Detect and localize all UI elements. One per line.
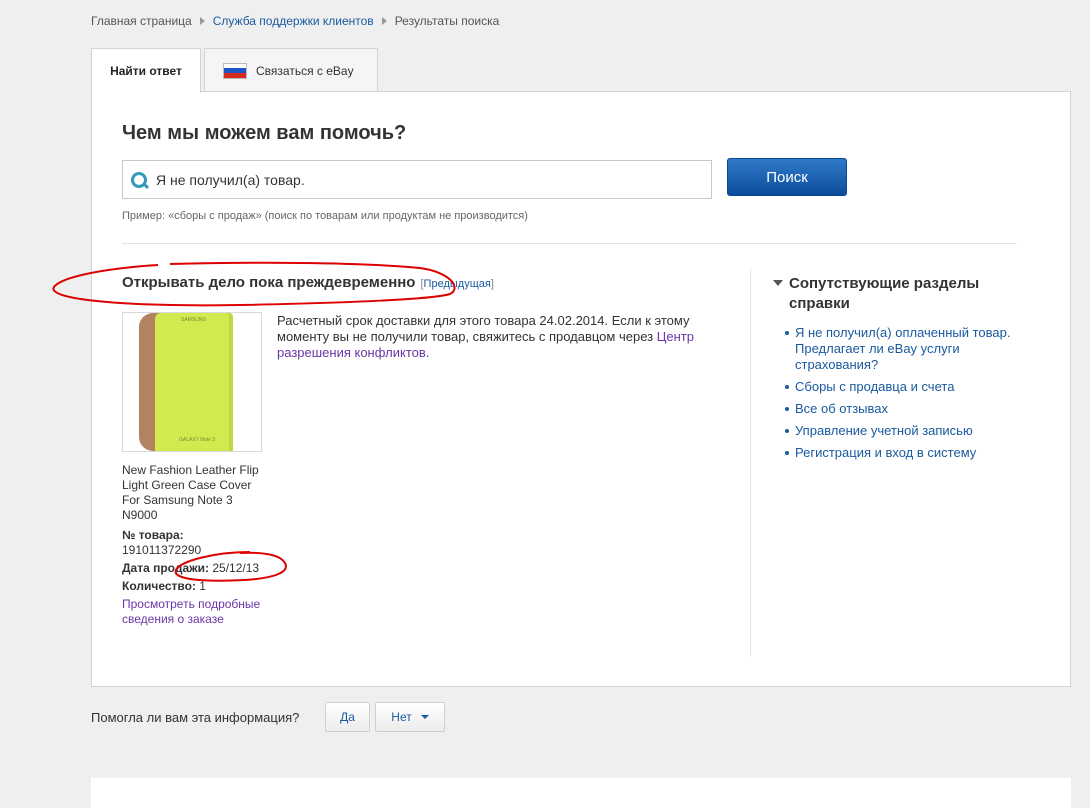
search-icon [130, 171, 150, 189]
related-topics-list: Я не получил(а) оплаченный товар. Предла… [764, 325, 1039, 467]
breadcrumb-home[interactable]: Главная страница [91, 14, 192, 28]
item-quantity: Количество: 1 [122, 579, 272, 594]
previous-nav: [Предыдущая] [420, 278, 493, 290]
item-sale-date: Дата продажи: 25/12/13 [122, 561, 272, 576]
search-box[interactable] [122, 160, 712, 199]
page-title: Чем мы можем вам помочь? [122, 122, 407, 144]
item-image-brand: SAMSUNG [181, 317, 207, 323]
bottom-panel [91, 778, 1071, 808]
related-topic-link[interactable]: Сборы с продавца и счета [764, 379, 1039, 395]
result-description: Расчетный срок доставки для этого товара… [277, 313, 742, 361]
green-case-shape [155, 313, 233, 451]
feedback-question: Помогла ли вам эта информация? [91, 710, 300, 725]
search-example-hint: Пример: «сборы с продаж» (поиск по товар… [122, 210, 528, 222]
related-topics-title: Сопутствующие разделы справки [789, 275, 980, 312]
main-panel: Чем мы можем вам помочь? Поиск Пример: «… [91, 91, 1071, 687]
item-number: № товара: 191011372290 [122, 528, 272, 558]
feedback-no-label: Нет [391, 710, 412, 724]
tab-contact-ebay[interactable]: Связаться с eBay [204, 48, 378, 92]
column-divider [750, 269, 751, 657]
tab-contact-ebay-label: Связаться с eBay [256, 63, 354, 78]
breadcrumb: Главная страница Служба поддержки клиент… [91, 14, 499, 28]
item-image-model: GALAXY Note 3 [179, 437, 216, 443]
result-title: Открывать дело пока преждевременно [122, 274, 416, 291]
sale-date-label: Дата продажи: [122, 561, 210, 575]
bracket-close: ] [490, 278, 494, 290]
related-topic-link[interactable]: Все об отзывах [764, 401, 1039, 417]
russian-flag-icon [223, 62, 247, 79]
breadcrumb-support[interactable]: Служба поддержки клиентов [213, 14, 374, 28]
caret-down-icon [773, 280, 783, 286]
sale-date-value: 25/12/13 [212, 561, 260, 575]
tab-find-answer[interactable]: Найти ответ [91, 48, 201, 93]
related-topics-header[interactable]: Сопутствующие разделы справки [773, 274, 1023, 314]
item-number-label: № товара: [122, 528, 184, 542]
dropdown-arrow-icon [420, 715, 429, 719]
breadcrumb-current: Результаты поиска [394, 14, 500, 28]
view-order-details-link[interactable]: Просмотреть подробные сведения о заказе [122, 597, 267, 627]
item-image[interactable]: SAMSUNG GALAXY Note 3 [122, 312, 262, 452]
quantity-value: 1 [199, 579, 206, 593]
related-topic-link[interactable]: Регистрация и вход в систему [764, 445, 1039, 461]
quantity-label: Количество: [122, 579, 196, 593]
feedback-yes-button[interactable]: Да [325, 702, 370, 732]
related-topic-link[interactable]: Управление учетной записью [764, 423, 1039, 439]
description-end: . [425, 345, 430, 360]
breadcrumb-separator-icon [381, 17, 387, 25]
divider [122, 243, 1017, 244]
description-text: Расчетный срок доставки для этого товара… [277, 313, 690, 344]
related-topic-link[interactable]: Я не получил(а) оплаченный товар. Предла… [764, 325, 1039, 373]
previous-link[interactable]: Предыдущая [424, 278, 491, 290]
item-number-value: 191011372290 [122, 543, 202, 557]
breadcrumb-separator-icon [199, 17, 205, 25]
search-button[interactable]: Поиск [727, 158, 847, 196]
search-input[interactable] [156, 171, 696, 188]
tab-find-answer-label: Найти ответ [110, 64, 182, 78]
feedback-yes-label: Да [340, 710, 355, 724]
item-title: New Fashion Leather Flip Light Green Cas… [122, 463, 259, 522]
result-header: Открывать дело пока преждевременно [Пред… [122, 274, 494, 291]
feedback-no-button[interactable]: Нет [375, 702, 445, 732]
